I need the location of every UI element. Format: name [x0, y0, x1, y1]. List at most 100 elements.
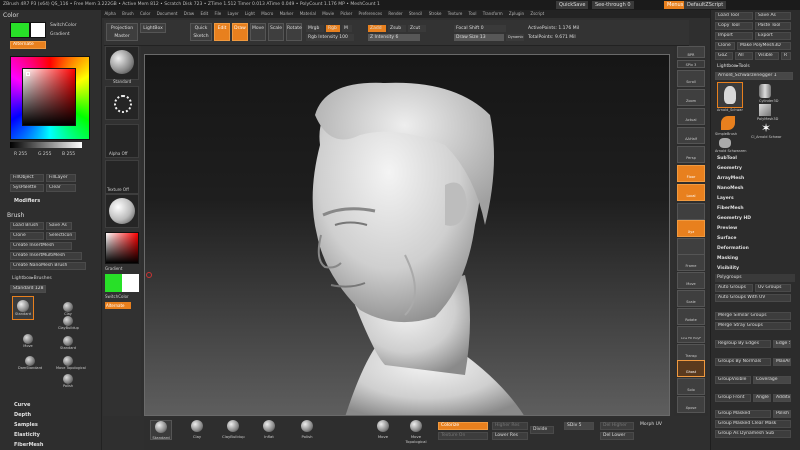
rgb-intensity-slider[interactable]: Rgb Intensity 100: [306, 34, 354, 41]
star-icon[interactable]: ✶: [761, 122, 771, 134]
m-toggle[interactable]: M: [342, 25, 352, 32]
aahalf-button[interactable]: AAHalf: [677, 127, 705, 144]
lightbox-button[interactable]: LightBox: [140, 23, 166, 33]
cylinder-icon[interactable]: [759, 84, 771, 98]
scale-button[interactable]: Scale: [268, 23, 284, 41]
scale-view-button[interactable]: Scale: [677, 290, 705, 307]
bottom-brush-claybuildup[interactable]: ClayBuildup: [222, 420, 245, 439]
make-polymesh-button[interactable]: Make PolyMesh3D: [737, 42, 791, 50]
layers-subpalette[interactable]: Layers: [717, 196, 734, 201]
mrgb-toggle[interactable]: Mrgb: [306, 25, 324, 32]
preview-subpalette[interactable]: Preview: [717, 226, 737, 231]
clear-button[interactable]: Clear: [46, 184, 76, 192]
bpr-button[interactable]: BPR: [677, 46, 705, 58]
menu-transform[interactable]: Transform: [480, 10, 505, 18]
goz-visible-button[interactable]: Visible: [755, 52, 779, 60]
menu-movie[interactable]: Movie: [320, 10, 337, 18]
menu-alpha[interactable]: Alpha: [102, 10, 118, 18]
xyz-button[interactable]: Xyz: [677, 220, 705, 237]
blue-value[interactable]: B 255: [62, 152, 75, 157]
floor-button[interactable]: Floor: [677, 165, 705, 182]
lightbox-brushes-link[interactable]: Lightbox▸Brushes: [12, 276, 52, 281]
auto-groups-with-uv-button[interactable]: Auto Groups With UV: [715, 294, 791, 302]
menu-layer[interactable]: Layer: [225, 10, 241, 18]
menu-texture[interactable]: Texture: [445, 10, 465, 18]
additional-slider[interactable]: Additional: [773, 394, 791, 402]
angle-slider[interactable]: Angle: [753, 394, 771, 402]
del-higher-button[interactable]: Del Higher: [600, 422, 634, 430]
merge-stray-groups-button[interactable]: Merge Stray Groups: [715, 322, 791, 330]
menu-tool[interactable]: Tool: [466, 10, 479, 18]
load-tool-button[interactable]: Load Tool: [715, 12, 753, 20]
sdiv-slider[interactable]: SDiv 5: [564, 422, 594, 430]
menu-zscript[interactable]: Zscript: [528, 10, 547, 18]
divide-button[interactable]: Divide: [530, 426, 554, 434]
brush-palette-title[interactable]: Brush: [4, 210, 27, 221]
material-slot[interactable]: [105, 194, 139, 228]
menu-zplugin[interactable]: Zplugin: [506, 10, 526, 18]
secondary-color-swatch[interactable]: [30, 22, 46, 38]
deformation-subpalette[interactable]: Deformation: [717, 246, 749, 251]
subtool-subpalette[interactable]: SubTool: [717, 156, 737, 161]
coverage-slider[interactable]: Coverage: [753, 376, 791, 384]
xpose-button[interactable]: Xpose: [677, 396, 705, 413]
uv-groups-button[interactable]: Uv Groups: [755, 284, 791, 292]
group-masked-clear-mask-button[interactable]: Group Masked Clear Mask: [715, 420, 791, 428]
polyf-button[interactable]: Line Fill PolyF: [677, 326, 705, 343]
brush-thumb-standard[interactable]: Standard: [58, 336, 78, 350]
visibility-subpalette[interactable]: Visibility: [717, 266, 739, 271]
depth-subpalette[interactable]: Depth: [14, 412, 31, 418]
modifiers-subpalette[interactable]: Modifiers: [14, 198, 40, 204]
projection-master-button[interactable]: Projection Master: [106, 23, 138, 41]
bottom-brush-polish[interactable]: Polish: [296, 420, 318, 439]
main-color-swatch[interactable]: [10, 22, 30, 38]
switch-color-label[interactable]: SwitchColor: [50, 23, 77, 28]
menu-document[interactable]: Document: [154, 10, 180, 18]
menus-toggle[interactable]: Menus: [664, 1, 687, 9]
goz-r-button[interactable]: R: [781, 52, 791, 60]
menu-draw[interactable]: Draw: [181, 10, 196, 18]
switch-color-slot-label[interactable]: SwitchColor: [105, 294, 129, 299]
quick-sketch-button[interactable]: Quick Sketch: [190, 23, 212, 41]
move-view-button[interactable]: Move: [677, 272, 705, 289]
select-icon-button[interactable]: SelectIcon: [46, 232, 76, 240]
persp-button[interactable]: Persp: [677, 146, 705, 163]
create-nanomesh-brush-button[interactable]: Create NanoMesh Brush: [10, 262, 86, 270]
geometry-subpalette[interactable]: Geometry: [717, 166, 742, 171]
tool-save-as-button[interactable]: Save As: [755, 12, 791, 20]
menu-light[interactable]: Light: [242, 10, 257, 18]
rotate-button[interactable]: Rotate: [286, 23, 302, 41]
bottom-brush-move[interactable]: Move: [372, 420, 394, 439]
menu-edit[interactable]: Edit: [198, 10, 211, 18]
surface-subpalette[interactable]: Surface: [717, 236, 736, 241]
actual-button[interactable]: Actual: [677, 108, 705, 125]
document-canvas[interactable]: [144, 54, 670, 416]
polygroups-subpalette-header[interactable]: Polygroups: [715, 274, 795, 282]
paste-tool-button[interactable]: Paste Tool: [755, 22, 791, 30]
brush-thumb-move-topological[interactable]: Move Topological: [56, 356, 86, 370]
menu-preferences[interactable]: Preferences: [356, 10, 385, 18]
regroup-by-edges-button[interactable]: Regroup By Edges: [715, 340, 771, 348]
menu-file[interactable]: File: [212, 10, 224, 18]
z-intensity-slider[interactable]: Z Intensity 6: [368, 34, 420, 41]
texture-on-toggle[interactable]: Texture On: [438, 432, 488, 440]
see-through-slider[interactable]: See-through 0: [592, 1, 634, 9]
edit-button[interactable]: Edit: [214, 23, 230, 41]
brush-thumb-damstandard[interactable]: DamStandard: [18, 356, 42, 370]
menu-material[interactable]: Material: [297, 10, 318, 18]
spix-slider[interactable]: SPix 3: [677, 60, 705, 68]
grayscale-strip[interactable]: [10, 142, 82, 148]
merge-similar-groups-button[interactable]: Merge Similar Groups: [715, 312, 791, 320]
sys-palette-button[interactable]: SysPalette: [10, 184, 44, 192]
bottom-brush-move-topological[interactable]: Move Topological: [402, 420, 430, 444]
tool-thumb-arnold[interactable]: [717, 82, 743, 108]
red-value[interactable]: R 255: [14, 152, 27, 157]
bottom-brush-standard[interactable]: Standard: [150, 420, 172, 440]
group-visible-button[interactable]: GroupVisible: [715, 376, 751, 384]
frame-button[interactable]: Frame: [677, 254, 705, 271]
draw-size-slider[interactable]: Draw Size 13: [454, 34, 504, 41]
stroke-slot[interactable]: [105, 86, 139, 120]
load-brush-button[interactable]: Load Brush: [10, 222, 44, 230]
masking-subpalette[interactable]: Masking: [717, 256, 738, 261]
lsym-button[interactable]: [677, 203, 705, 220]
